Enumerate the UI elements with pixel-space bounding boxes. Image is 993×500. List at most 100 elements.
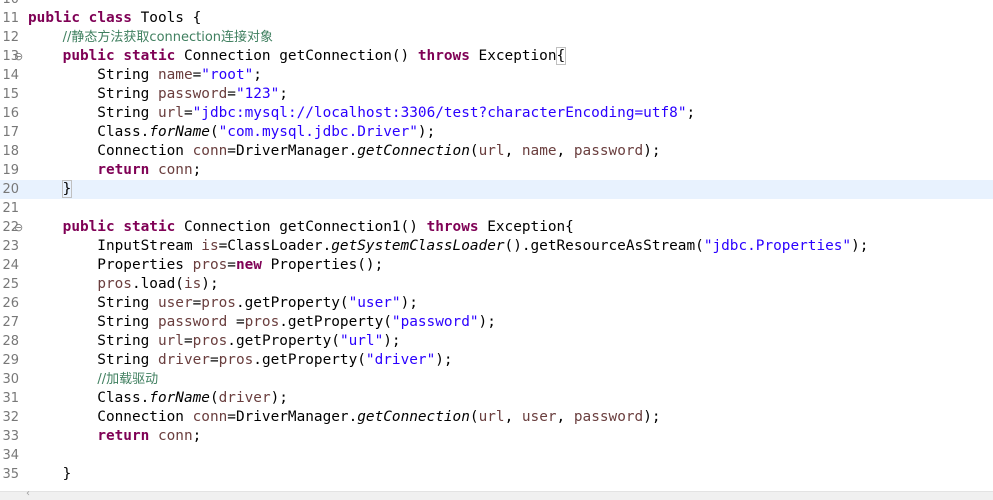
- code-text: public static Connection getConnection()…: [28, 47, 567, 66]
- code-line[interactable]: 12 //静态方法获取connection连接对象: [0, 28, 993, 47]
- code-token: Properties: [28, 257, 193, 273]
- code-token: .getProperty(: [235, 295, 349, 311]
- code-line[interactable]: 20 }: [0, 180, 993, 199]
- code-line[interactable]: 10: [0, 0, 993, 9]
- code-token: Tools {: [131, 10, 202, 26]
- code-token: );: [417, 124, 436, 140]
- code-line[interactable]: 26 String user=pros.getProperty("user");: [0, 294, 993, 313]
- code-token: new: [235, 257, 262, 273]
- code-line[interactable]: 19 return conn;: [0, 161, 993, 180]
- code-token: url: [157, 333, 184, 349]
- code-token: =DriverManager.: [227, 143, 358, 159]
- code-token: ;: [192, 428, 202, 444]
- code-token: forName: [149, 124, 210, 140]
- line-number: 18: [2, 144, 19, 159]
- code-line[interactable]: 24 Properties pros=new Properties();: [0, 256, 993, 275]
- code-line[interactable]: 27 String password =pros.getProperty("pa…: [0, 313, 993, 332]
- code-token: return: [97, 162, 150, 178]
- code-text: //静态方法获取connection连接对象: [28, 28, 273, 47]
- code-line[interactable]: 15 String password="123";: [0, 85, 993, 104]
- line-number: 15: [2, 87, 19, 102]
- line-number: 32: [2, 410, 19, 425]
- code-line[interactable]: 22 ⊖ public static Connection getConnecti…: [0, 218, 993, 237]
- code-token: password: [573, 143, 644, 159]
- code-line[interactable]: 32 Connection conn=DriverManager.getConn…: [0, 408, 993, 427]
- code-line[interactable]: 17 Class.forName("com.mysql.jdbc.Driver"…: [0, 123, 993, 142]
- code-token: throws: [426, 219, 479, 235]
- code-token: String: [28, 314, 158, 330]
- code-line[interactable]: 13 ⊖ public static Connection getConnecti…: [0, 47, 993, 66]
- code-token: public: [28, 10, 80, 26]
- code-token: .getProperty(: [279, 314, 392, 330]
- code-token: );: [478, 314, 496, 330]
- code-text: String name="root";: [28, 66, 262, 85]
- code-token: getConnection: [357, 409, 470, 425]
- code-token: (: [469, 409, 479, 425]
- code-token: String: [28, 352, 158, 368]
- code-line[interactable]: 33 return conn;: [0, 427, 993, 446]
- code-token: =DriverManager.: [227, 409, 358, 425]
- code-token: Properties();: [261, 257, 384, 273]
- line-number: 19: [2, 163, 19, 178]
- code-line[interactable]: 14 String name="root";: [0, 66, 993, 85]
- code-token: conn: [192, 143, 228, 159]
- code-text: return conn;: [28, 161, 201, 180]
- code-line[interactable]: 34: [0, 446, 993, 465]
- line-number: 27: [2, 315, 19, 330]
- code-token: =: [227, 257, 236, 273]
- code-token: }: [28, 466, 72, 482]
- code-token: }: [61, 180, 73, 198]
- scroll-left-arrow-icon[interactable]: ‹: [26, 488, 30, 499]
- code-token: pros: [218, 352, 254, 368]
- fold-toggle-icon[interactable]: ⊖: [14, 47, 24, 66]
- code-token: "password": [391, 314, 479, 330]
- line-number: 35: [2, 467, 19, 482]
- code-token: (: [209, 390, 219, 406]
- code-editor[interactable]: 1011public class Tools {12 //静态方法获取conne…: [0, 0, 993, 499]
- code-token: password: [157, 86, 228, 102]
- line-number: 31: [2, 391, 19, 406]
- code-text: String password="123";: [28, 85, 288, 104]
- code-line[interactable]: 18 Connection conn=DriverManager.getConn…: [0, 142, 993, 161]
- code-line[interactable]: 28 String url=pros.getProperty("url");: [0, 332, 993, 351]
- code-line[interactable]: 25 pros.load(is);: [0, 275, 993, 294]
- code-token: =: [227, 314, 245, 330]
- code-token: =: [183, 333, 193, 349]
- code-line[interactable]: 11 public class Tools {: [0, 9, 993, 28]
- code-line[interactable]: 21: [0, 199, 993, 218]
- code-token: Connection getConnection(): [175, 48, 418, 64]
- code-token: );: [383, 333, 401, 349]
- code-text: String user=pros.getProperty("user");: [28, 294, 418, 313]
- code-token: ;: [192, 162, 202, 178]
- code-token: conn: [157, 428, 193, 444]
- code-token: public: [62, 48, 115, 64]
- code-line[interactable]: 35 }: [0, 465, 993, 484]
- code-token: .getProperty(: [227, 333, 340, 349]
- line-number: 26: [2, 296, 19, 311]
- code-line[interactable]: 30 //加载驱动: [0, 370, 993, 389]
- code-line[interactable]: 31 Class.forName(driver);: [0, 389, 993, 408]
- code-text: Properties pros=new Properties();: [28, 256, 383, 275]
- code-text: }: [28, 180, 73, 199]
- line-number: 10: [0, 0, 19, 9]
- code-line[interactable]: 23 InputStream is=ClassLoader.getSystemC…: [0, 237, 993, 256]
- fold-toggle-icon[interactable]: ⊖: [14, 218, 24, 237]
- code-text: String password =pros.getProperty("passw…: [28, 313, 496, 332]
- code-line[interactable]: 16 String url="jdbc:mysql://localhost:33…: [0, 104, 993, 123]
- code-token: );: [400, 295, 418, 311]
- code-token: password: [157, 314, 228, 330]
- code-text: String url=pros.getProperty("url");: [28, 332, 401, 351]
- code-line[interactable]: 29 String driver=pros.getProperty("drive…: [0, 351, 993, 370]
- code-token: getSystemClassLoader: [331, 238, 505, 254]
- code-token: =: [192, 67, 202, 83]
- code-token: driver: [157, 352, 210, 368]
- code-token: "jdbc.Properties": [703, 238, 852, 254]
- code-token: );: [643, 143, 661, 159]
- code-token: url: [478, 143, 505, 159]
- code-token: "user": [348, 295, 401, 311]
